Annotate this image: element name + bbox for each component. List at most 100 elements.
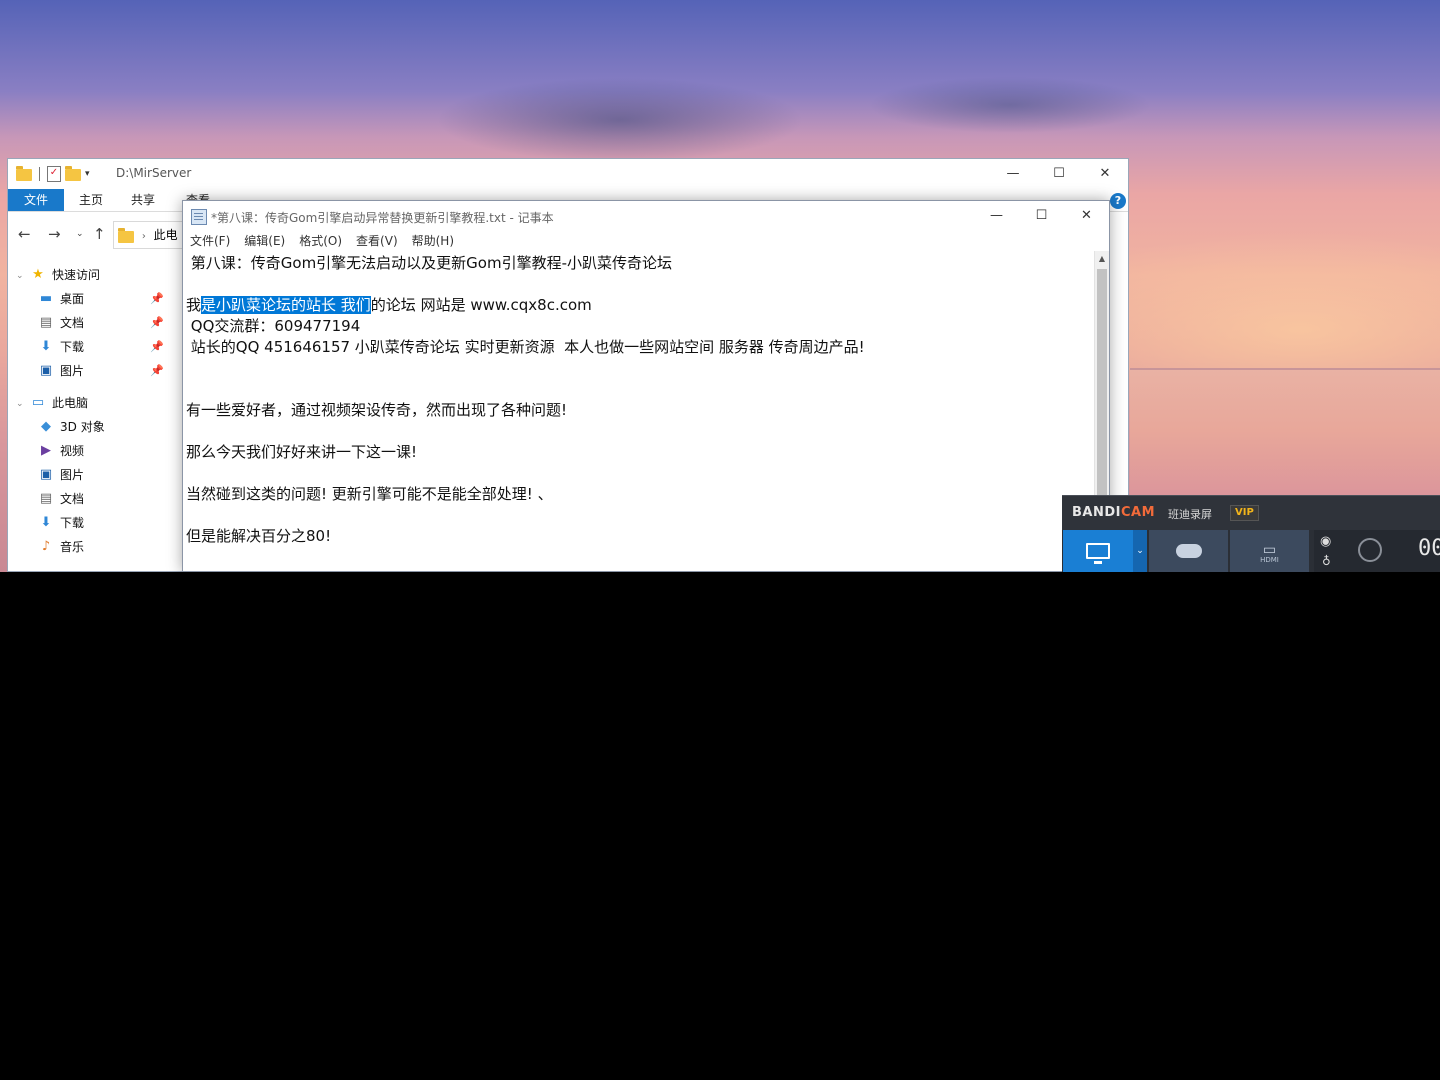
music-icon: ♪	[41, 539, 51, 554]
forward-arrow-icon[interactable]: →	[48, 225, 61, 243]
nav-pc-pictures-label: 图片	[60, 468, 85, 482]
notepad-window[interactable]: *第八课：传奇Gom引擎启动异常替换更新引擎教程.txt - 记事本 — ☐ ✕…	[182, 200, 1110, 572]
nav-videos[interactable]: ▶ 视频	[38, 439, 84, 463]
quick-access-toolbar: ✓ ▾	[16, 166, 90, 182]
notepad-menubar: 文件(F) 编辑(E) 格式(O) 查看(V) 帮助(H)	[183, 231, 1109, 251]
nav-music[interactable]: ♪ 音乐	[38, 535, 84, 559]
speaker-icon[interactable]: ◉	[1320, 534, 1331, 549]
star-icon: ★	[32, 267, 44, 282]
nav-quick-access[interactable]: ★ 快速访问	[30, 263, 100, 287]
pin-icon[interactable]: 📌	[150, 316, 164, 329]
pin-icon[interactable]: 📌	[150, 364, 164, 377]
pictures-icon: ▣	[39, 467, 53, 482]
document-icon: ▤	[39, 491, 53, 506]
desktop-screen: ✓ ▾ D:\MirServer — ☐ ✕ 文件 主页 共享 查看 ? ← →…	[0, 0, 1440, 572]
notepad-minimize-button[interactable]: —	[974, 201, 1019, 231]
address-folder-icon	[118, 227, 134, 243]
scroll-up-icon[interactable]: ▲	[1095, 251, 1109, 267]
screen-record-mode-button[interactable]	[1063, 530, 1133, 572]
bandicam-panel[interactable]: BANDICAM 班迪录屏 VIP ⌄ ▭ HDMI ◉ ♁ 00	[1062, 495, 1440, 572]
nav-pc-downloads[interactable]: ⬇ 下载	[38, 511, 84, 535]
nav-pc-documents-label: 文档	[60, 492, 85, 506]
screen-mode-dropdown-button[interactable]: ⌄	[1133, 530, 1147, 572]
logo-part: CAM	[1120, 505, 1156, 520]
nav-documents[interactable]: ▤ 文档	[38, 311, 84, 335]
text-fragment: 我	[186, 296, 202, 314]
explorer-maximize-button[interactable]: ☐	[1036, 159, 1082, 189]
logo-part: BANDI	[1072, 505, 1121, 520]
bandicam-header[interactable]: BANDICAM 班迪录屏 VIP	[1062, 496, 1440, 530]
text-line: QQ交流群：609477194	[186, 317, 361, 335]
document-icon: ▤	[39, 315, 53, 330]
notepad-close-button[interactable]: ✕	[1064, 201, 1109, 231]
recent-locations-icon[interactable]: ⌄	[76, 229, 84, 239]
nav-pc-downloads-label: 下载	[60, 516, 85, 530]
address-bar[interactable]: › 此电	[113, 221, 185, 249]
ribbon-tab-home[interactable]: 主页	[76, 189, 106, 211]
gamepad-icon	[1176, 544, 1202, 558]
pin-icon[interactable]: 📌	[150, 340, 164, 353]
game-record-mode-button[interactable]	[1149, 530, 1228, 572]
notepad-maximize-button[interactable]: ☐	[1019, 201, 1064, 231]
properties-icon[interactable]: ✓	[47, 166, 61, 182]
device-record-mode-button[interactable]: ▭ HDMI	[1230, 530, 1309, 572]
breadcrumb-chevron-icon[interactable]: ›	[142, 231, 146, 242]
pictures-icon: ▣	[39, 363, 53, 378]
nav-music-label: 音乐	[60, 540, 85, 554]
recording-timer: 00	[1418, 536, 1440, 561]
explorer-close-button[interactable]: ✕	[1082, 159, 1128, 189]
webcam-icon[interactable]	[1358, 538, 1382, 562]
menu-file[interactable]: 文件(F)	[183, 231, 237, 251]
text-line: 但是能解决百分之80!	[186, 527, 332, 545]
new-folder-icon[interactable]	[65, 166, 81, 181]
notepad-text-area[interactable]: 第八课：传奇Gom引擎无法启动以及更新Gom引擎教程-小趴菜传奇论坛 我是小趴菜…	[183, 251, 1095, 571]
ribbon-tab-share[interactable]: 共享	[128, 189, 158, 211]
computer-icon: ▭	[31, 395, 45, 410]
ribbon-tab-file[interactable]: 文件	[8, 189, 64, 211]
vip-badge[interactable]: VIP	[1230, 505, 1259, 521]
nav-pc-pictures[interactable]: ▣ 图片	[38, 463, 84, 487]
nav-pictures-label: 图片	[60, 364, 85, 378]
bandicam-logo: BANDICAM	[1072, 505, 1155, 520]
nav-this-pc-label: 此电脑	[52, 396, 89, 410]
back-arrow-icon[interactable]: ←	[18, 225, 31, 243]
navigation-pane: ⌄ ★ 快速访问 ▬ 桌面 📌 ▤ 文档 📌 ⬇ 下载 📌 ▣ 图片 📌 ⌄ ▭…	[8, 263, 182, 571]
nav-pictures[interactable]: ▣ 图片	[38, 359, 84, 383]
nav-quick-access-label: 快速访问	[52, 268, 101, 282]
explorer-titlebar[interactable]: ✓ ▾ D:\MirServer — ☐ ✕	[8, 159, 1128, 189]
microphone-icon[interactable]: ♁	[1322, 554, 1331, 568]
hdmi-label: HDMI	[1260, 556, 1279, 564]
toolbar-divider	[39, 167, 40, 181]
folder-icon	[16, 166, 32, 181]
nav-this-pc[interactable]: ▭ 此电脑	[30, 391, 88, 415]
nav-downloads[interactable]: ⬇ 下载	[38, 335, 84, 359]
download-icon: ⬇	[40, 339, 52, 354]
nav-downloads-label: 下载	[60, 340, 85, 354]
up-arrow-icon[interactable]: ↑	[93, 225, 106, 243]
nav-documents-label: 文档	[60, 316, 85, 330]
menu-format[interactable]: 格式(O)	[292, 231, 349, 251]
monitor-icon	[1086, 543, 1110, 564]
menu-view[interactable]: 查看(V)	[349, 231, 405, 251]
text-line: 站长的QQ 451646157 小趴菜传奇论坛 实时更新资源 本人也做一些网站空…	[186, 338, 865, 356]
menu-edit[interactable]: 编辑(E)	[237, 231, 292, 251]
address-text: 此电	[153, 228, 178, 242]
explorer-minimize-button[interactable]: —	[990, 159, 1036, 189]
selected-text: 是小趴菜论坛的站长 我们	[201, 296, 371, 314]
download-icon: ⬇	[40, 515, 52, 530]
quick-access-expand-icon[interactable]: ⌄	[16, 271, 24, 281]
black-area	[0, 572, 1440, 1080]
pin-icon[interactable]: 📌	[150, 292, 164, 305]
menu-help[interactable]: 帮助(H)	[405, 231, 461, 251]
bandicam-app-name: 班迪录屏	[1168, 508, 1212, 521]
help-icon[interactable]: ?	[1110, 193, 1126, 209]
nav-desktop[interactable]: ▬ 桌面	[38, 287, 84, 311]
nav-3d-objects[interactable]: ◆ 3D 对象	[38, 415, 105, 439]
notepad-titlebar[interactable]: *第八课：传奇Gom引擎启动异常替换更新引擎教程.txt - 记事本 — ☐ ✕	[183, 201, 1109, 231]
this-pc-expand-icon[interactable]: ⌄	[16, 399, 24, 409]
nav-pc-documents[interactable]: ▤ 文档	[38, 487, 84, 511]
customize-toolbar-icon[interactable]: ▾	[85, 169, 90, 179]
text-line: 当然碰到这类的问题! 更新引擎可能不是能全部处理! 、	[186, 485, 553, 503]
video-icon: ▶	[41, 443, 51, 458]
text-line: 那么今天我们好好来讲一下这一课!	[186, 443, 418, 461]
